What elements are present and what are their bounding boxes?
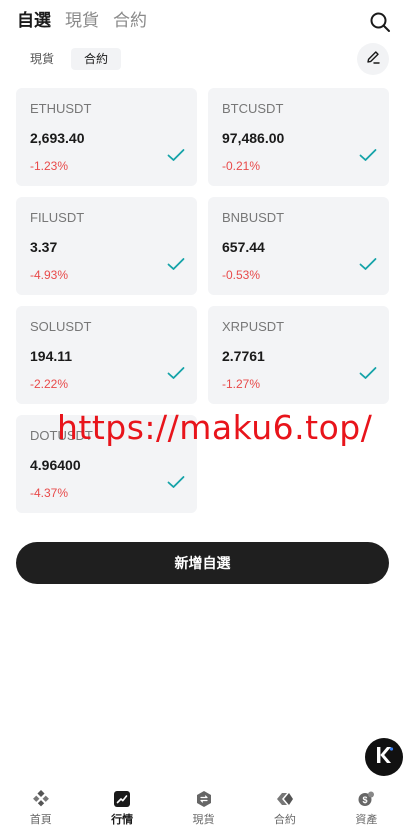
card-price: 4.96400 xyxy=(30,457,81,473)
watchlist-card[interactable]: BTCUSDT 97,486.00 -0.21% xyxy=(208,88,389,186)
card-change: -0.21% xyxy=(222,159,261,173)
subtab-spot[interactable]: 現貨 xyxy=(17,48,67,70)
svg-text:$: $ xyxy=(363,795,368,805)
tab-watchlist[interactable]: 自選 xyxy=(17,10,51,32)
nav-label: 首頁 xyxy=(29,814,52,826)
subtab-futures[interactable]: 合約 xyxy=(71,48,122,70)
exchange-icon xyxy=(196,791,211,807)
k-logo-icon xyxy=(373,744,395,771)
card-change: -4.37% xyxy=(30,486,69,500)
nav-item-markets[interactable]: 行情 xyxy=(81,786,162,836)
watchlist-card[interactable]: ETHUSDT 2,693.40 -1.23% xyxy=(16,88,197,186)
tab-spot[interactable]: 現貨 xyxy=(65,10,99,32)
check-icon[interactable] xyxy=(167,475,185,489)
check-icon[interactable] xyxy=(167,148,185,162)
app-root: 自選 現貨 合約 現貨 合約 ETHUSDT 2,693.40 -1.23% B xyxy=(0,0,407,836)
nav-label: 合約 xyxy=(273,814,296,826)
nav-item-home[interactable]: 首頁 xyxy=(0,786,81,836)
card-symbol: BNBUSDT xyxy=(222,210,285,225)
card-price: 194.11 xyxy=(30,348,73,364)
bottom-nav: 首頁 行情 現貨 合約 $ 資產 xyxy=(0,786,407,836)
check-icon[interactable] xyxy=(167,366,185,380)
nav-item-spot[interactable]: 現貨 xyxy=(163,786,244,836)
check-icon[interactable] xyxy=(359,257,377,271)
nav-label: 行情 xyxy=(111,814,134,826)
nav-label: 資產 xyxy=(355,814,378,826)
watchlist-card[interactable]: BNBUSDT 657.44 -0.53% xyxy=(208,197,389,295)
card-price: 97,486.00 xyxy=(222,130,285,146)
edit-button[interactable] xyxy=(357,43,389,75)
card-change: -1.23% xyxy=(30,159,69,173)
watchlist-card[interactable]: XRPUSDT 2.7761 -1.27% xyxy=(208,306,389,404)
nav-item-futures[interactable]: 合約 xyxy=(244,786,325,836)
watchlist-card[interactable]: SOLUSDT 194.11 -2.22% xyxy=(16,306,197,404)
add-watchlist-button[interactable]: 新增自選 xyxy=(16,542,389,584)
chart-trend-icon xyxy=(114,791,131,807)
card-symbol: SOLUSDT xyxy=(30,319,92,334)
card-price: 2.7761 xyxy=(222,348,265,364)
card-price: 2,693.40 xyxy=(30,130,85,146)
card-change: -4.93% xyxy=(30,268,69,282)
home-icon xyxy=(32,790,49,807)
card-symbol: XRPUSDT xyxy=(222,319,285,334)
sub-tabs: 現貨 合約 xyxy=(17,48,122,70)
card-symbol: ETHUSDT xyxy=(30,101,92,116)
check-icon[interactable] xyxy=(359,148,377,162)
card-symbol: BTCUSDT xyxy=(222,101,284,116)
search-icon[interactable] xyxy=(369,11,391,33)
floating-app-button[interactable] xyxy=(365,738,403,776)
wallet-coin-icon: $ xyxy=(358,791,375,806)
card-price: 657.44 xyxy=(222,239,265,255)
card-change: -0.53% xyxy=(222,268,261,282)
card-change: -2.22% xyxy=(30,377,69,391)
card-change: -1.27% xyxy=(222,377,261,391)
top-tabs: 自選 現貨 合約 xyxy=(17,10,147,32)
watchlist-card[interactable]: FILUSDT 3.37 -4.93% xyxy=(16,197,197,295)
check-icon[interactable] xyxy=(359,366,377,380)
check-icon[interactable] xyxy=(167,257,185,271)
tab-futures[interactable]: 合約 xyxy=(113,10,147,32)
card-price: 3.37 xyxy=(30,239,58,255)
futures-icon xyxy=(276,793,293,805)
watchlist-grid: ETHUSDT 2,693.40 -1.23% BTCUSDT 97,486.0… xyxy=(16,88,389,513)
pencil-icon xyxy=(365,49,381,70)
nav-item-assets[interactable]: $ 資產 xyxy=(326,786,407,836)
card-symbol: FILUSDT xyxy=(30,210,85,225)
nav-label: 現貨 xyxy=(192,814,215,826)
watermark-text: https://maku6.top/ xyxy=(57,408,373,447)
